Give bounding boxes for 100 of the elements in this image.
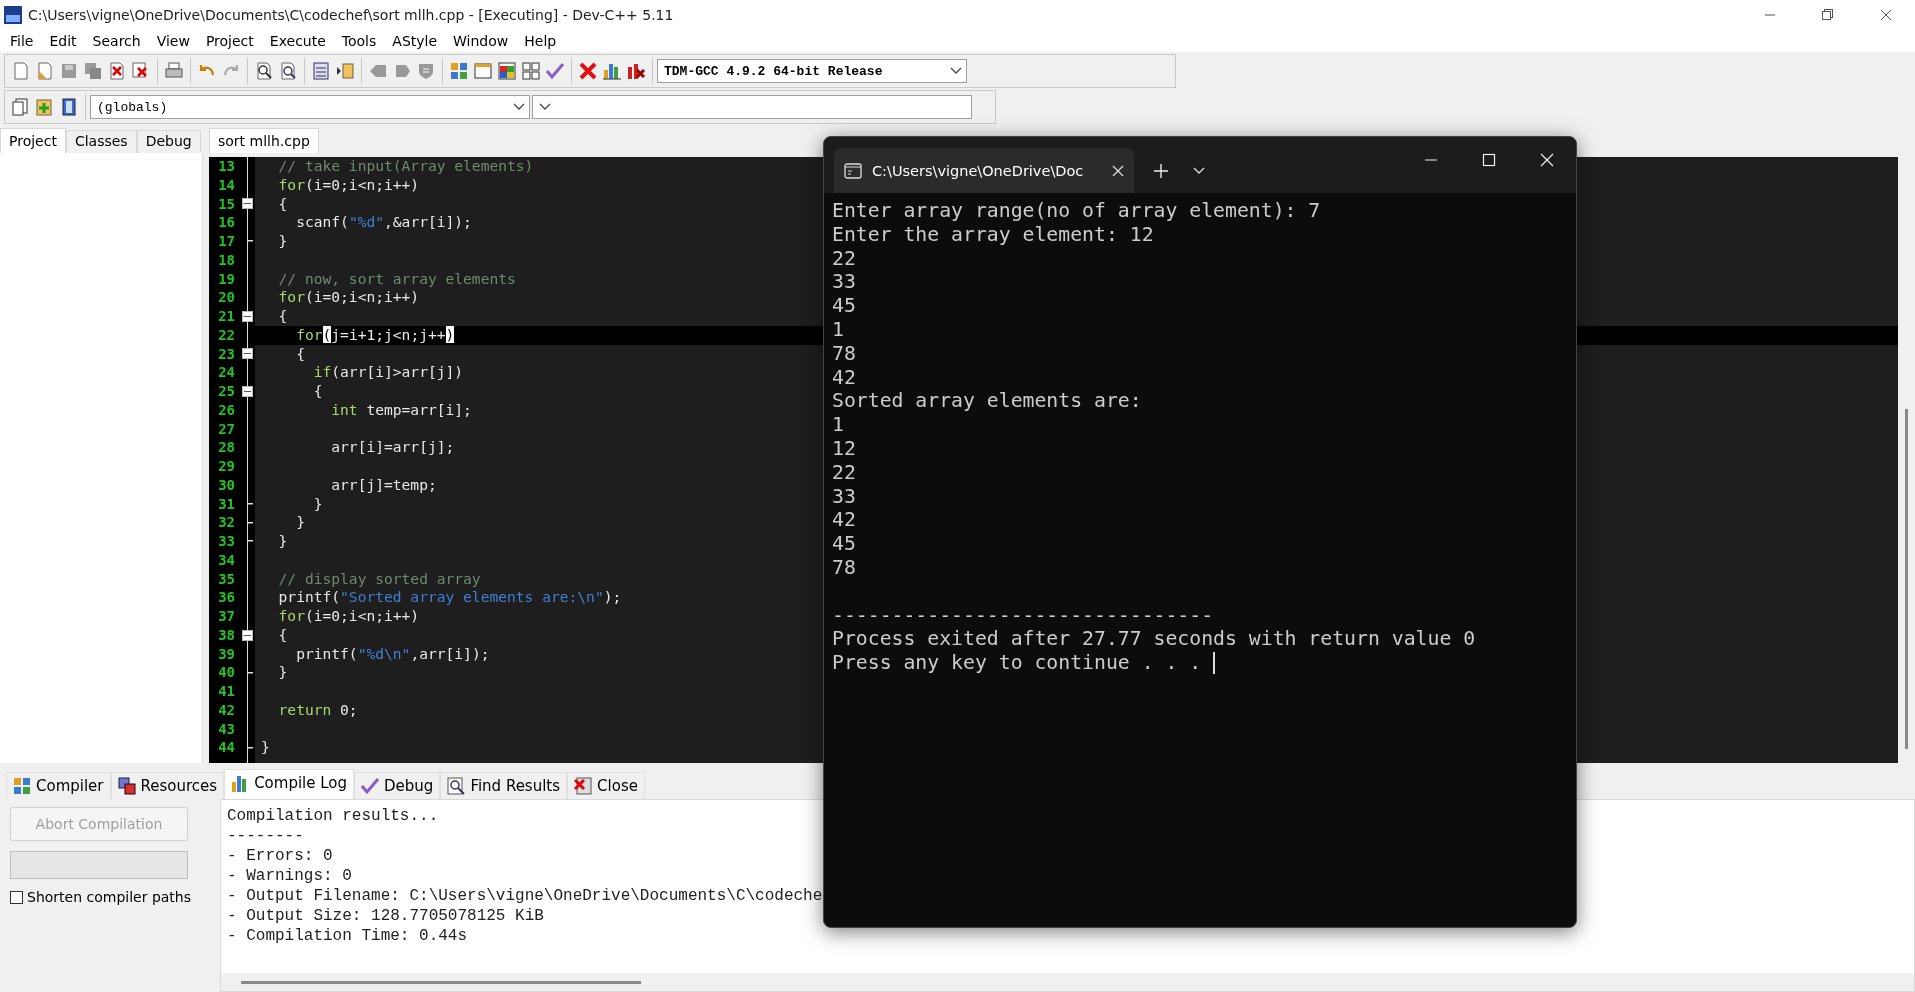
color-grid-icon[interactable]: [497, 61, 517, 81]
panel-tab[interactable]: Debug: [354, 772, 441, 799]
console-line: 12: [832, 436, 857, 461]
chevron-down-icon: [950, 67, 962, 75]
line-number: 23: [217, 344, 236, 364]
line-number: 22: [217, 325, 236, 345]
log-line: - Errors: 0: [227, 846, 334, 866]
console-line: 42: [832, 508, 857, 533]
console-line: 45: [832, 294, 857, 318]
menu-item[interactable]: Help: [516, 33, 565, 49]
save-all-icon[interactable]: [83, 61, 103, 81]
dropdown[interactable]: [532, 95, 972, 119]
code-line: return 0;: [277, 700, 358, 720]
maximize-icon[interactable]: [1821, 8, 1835, 22]
terminal-icon: [844, 162, 862, 179]
close-file-icon[interactable]: [107, 61, 127, 81]
console-line: 1: [832, 318, 845, 342]
bookmark-icon[interactable]: [59, 97, 79, 117]
console-line: 33: [832, 270, 857, 295]
line-number: 30: [217, 475, 236, 495]
panel-tab[interactable]: Compiler: [6, 772, 111, 799]
plus-icon[interactable]: [1154, 163, 1168, 178]
checkbox-label[interactable]: Shorten compiler paths: [27, 889, 191, 905]
panel-tab[interactable]: Compile Log: [224, 769, 355, 799]
panel-tab[interactable]: Find Results: [440, 772, 568, 799]
log-line: - Output Size: 128.7705078125 KiB: [227, 906, 545, 926]
code-line: {: [277, 307, 288, 326]
menu-item[interactable]: Project: [197, 33, 262, 49]
replace-icon[interactable]: [278, 61, 298, 81]
tiles-icon[interactable]: [521, 61, 541, 81]
line-number: 15: [217, 194, 236, 214]
panel-tab[interactable]: Close: [567, 772, 645, 799]
chart-cross-icon[interactable]: [626, 61, 646, 81]
check-icon: [361, 777, 380, 795]
scrollbar[interactable]: [221, 973, 1914, 991]
menu-item[interactable]: File: [2, 33, 42, 49]
file-tab[interactable]: sort mllh.cpp: [209, 128, 319, 153]
menu-item[interactable]: Search: [84, 33, 149, 49]
line-number: 40: [217, 663, 236, 682]
find-icon[interactable]: [254, 61, 274, 81]
code-line: if(arr[i]>arr[j]): [312, 363, 464, 382]
close-icon[interactable]: [1879, 8, 1893, 22]
menu-item[interactable]: Execute: [261, 33, 334, 49]
line-number: 24: [217, 363, 236, 382]
menu-item[interactable]: AStyle: [384, 33, 446, 49]
page-icon[interactable]: [11, 97, 31, 117]
code-line: }: [295, 513, 305, 532]
code-line: for(i=0;i<n;i++): [277, 175, 420, 195]
menu-item[interactable]: Tools: [333, 33, 385, 49]
panel-tab[interactable]: Project: [0, 128, 66, 153]
dropdown[interactable]: TDM-GCC 4.9.2 64-bit Release: [657, 59, 967, 83]
window-icon[interactable]: [473, 61, 493, 81]
collapse-icon[interactable]: [242, 198, 253, 210]
log-line: --------: [227, 826, 305, 846]
console-line: Press any key to continue . . .: [832, 651, 1203, 675]
console-line: 1: [832, 413, 845, 437]
code-line: }: [312, 494, 323, 514]
bar-chart-icon[interactable]: [602, 61, 622, 81]
menu-item[interactable]: Window: [445, 33, 517, 49]
maximize-icon[interactable]: [1482, 152, 1496, 167]
cross-icon[interactable]: [578, 61, 598, 81]
collapse-icon[interactable]: [242, 310, 253, 322]
line-number: 43: [217, 719, 236, 739]
chevron-down-icon[interactable]: [1193, 166, 1205, 175]
grid-icon[interactable]: [449, 61, 469, 81]
panel-tab[interactable]: Debug: [136, 130, 201, 153]
line-number: 19: [217, 269, 236, 289]
console-line: Enter array range(no of array element): 7: [832, 199, 1322, 223]
panel-tab[interactable]: Classes: [65, 130, 137, 153]
console-line: 42: [832, 365, 857, 390]
collapse-icon[interactable]: [242, 629, 253, 641]
line-number: 29: [217, 457, 236, 476]
menu-item[interactable]: Edit: [41, 33, 85, 49]
terminal-tab[interactable]: C:\Users\vigne\OneDrive\Doc: [834, 148, 1134, 193]
indent-icon[interactable]: [335, 61, 355, 81]
log-line: - Compilation Time: 0.44s: [227, 926, 469, 946]
console-line: Sorted array elements are:: [832, 389, 1143, 414]
code-line: // take input(Array elements): [277, 157, 534, 176]
console-line: Enter the array element: 12: [832, 222, 1155, 247]
code-line: int temp=arr[i];: [330, 400, 472, 420]
collapse-icon[interactable]: [242, 348, 253, 360]
line-number: 32: [217, 513, 236, 532]
line-number: 34: [217, 550, 236, 570]
close-icon: [574, 777, 593, 795]
line-number: 33: [217, 532, 236, 551]
console-line: 22: [832, 246, 857, 271]
code-line: // now, sort array elements: [277, 269, 516, 289]
collapse-icon[interactable]: [242, 385, 253, 397]
print-icon[interactable]: [164, 61, 184, 81]
check-icon[interactable]: [545, 61, 565, 81]
menu-item[interactable]: View: [148, 33, 198, 49]
line-number: 31: [217, 494, 236, 514]
code-line: for(i=0;i<n;i++): [277, 288, 420, 307]
dropdown[interactable]: (globals): [90, 95, 530, 119]
code-line: {: [277, 194, 288, 214]
code-line: }: [277, 532, 288, 551]
checkbox[interactable]: [10, 890, 23, 904]
window-title: C:\Users\vigne\OneDrive\Documents\C\codechef\sort mllh.cpp - [Executing] - Dev-C++ 5.11: [28, 7, 675, 23]
panel-tab[interactable]: Resources: [110, 772, 225, 799]
line-number: 21: [217, 307, 236, 326]
